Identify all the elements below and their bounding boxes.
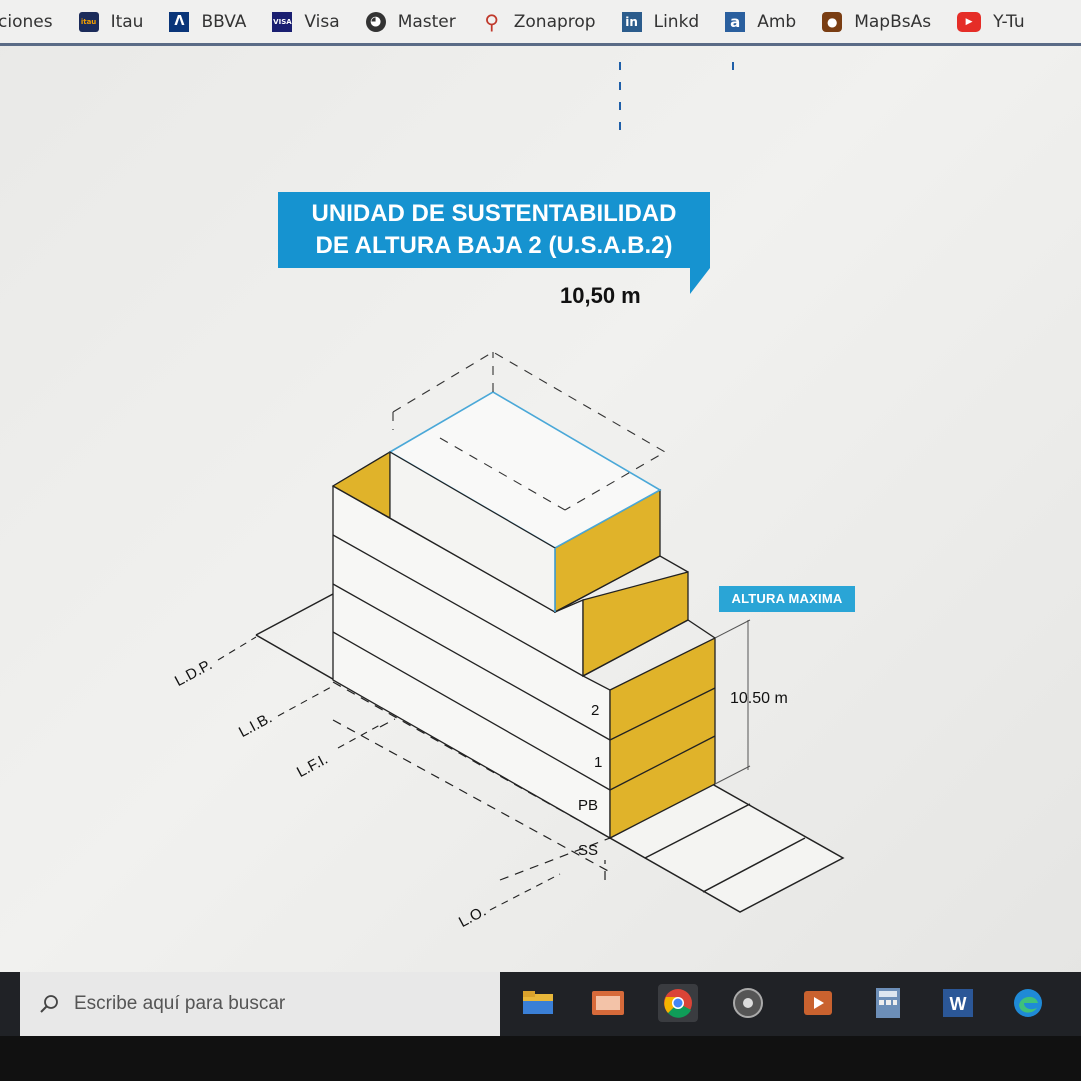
calculator-icon[interactable]	[868, 984, 908, 1022]
bookmark-master[interactable]: ◕ Master	[365, 11, 456, 32]
screen: ciones itau Itau Λ BBVA VISA Visa ◕ Master ⚲…	[0, 0, 1081, 1081]
bookmark-mapbsas[interactable]: ● MapBsAs	[822, 11, 932, 32]
bookmark-label: BBVA	[201, 11, 247, 32]
bookmark-linkd[interactable]: in Linkd	[621, 11, 700, 32]
title-tab	[690, 268, 710, 294]
file-explorer-icon[interactable]	[518, 984, 558, 1022]
word-icon[interactable]: W	[938, 984, 978, 1022]
bookmark-zonaprop[interactable]: ⚲ Zonaprop	[482, 9, 596, 34]
mail-icon[interactable]	[588, 984, 628, 1022]
zone-title: UNIDAD DE SUSTENTABILIDAD DE ALTURA BAJA…	[278, 192, 710, 268]
floor-label-2: 2	[591, 702, 600, 719]
bookmark-label: ciones	[0, 11, 53, 32]
bookmark-visa[interactable]: VISA Visa	[272, 11, 340, 32]
chrome-icon[interactable]	[658, 984, 698, 1022]
key-icon: ⚲	[484, 9, 500, 34]
search-placeholder: Escribe aquí para buscar	[74, 993, 286, 1014]
svg-text:W: W	[950, 994, 967, 1014]
bookmark-label: Itau	[110, 11, 144, 32]
bookmark-amb[interactable]: a Amb	[725, 11, 797, 32]
zone-title-line1: UNIDAD DE SUSTENTABILIDAD	[311, 200, 677, 227]
monitor-bezel	[0, 1036, 1081, 1081]
edge-icon[interactable]	[1008, 984, 1048, 1022]
bookmark-label: Visa	[304, 11, 340, 32]
bookmark-label: Master	[397, 11, 456, 32]
bookmark-label: MapBsAs	[854, 11, 932, 32]
bookmark-apps[interactable]: ciones	[0, 12, 53, 32]
amb-icon: a	[725, 11, 746, 32]
video-editor-icon[interactable]	[798, 984, 838, 1022]
map-pin-icon: ●	[822, 11, 843, 32]
taskbar: Escribe aquí para buscar W	[0, 972, 1081, 1036]
itau-icon: itau	[78, 11, 99, 32]
guide-lines	[619, 62, 734, 140]
bookmark-bbva[interactable]: Λ BBVA	[169, 11, 247, 32]
floor-label-ss: SS	[578, 842, 599, 859]
floor-label-1: 1	[594, 754, 603, 771]
building-drawing	[217, 62, 845, 913]
media-player-icon[interactable]	[728, 984, 768, 1022]
bookmarks-bar: ciones itau Itau Λ BBVA VISA Visa ◕ Master ⚲…	[0, 0, 1081, 46]
bbva-icon: Λ	[169, 11, 190, 32]
linkedin-icon: in	[621, 11, 642, 32]
globe-icon: ◕	[365, 11, 386, 32]
bookmark-label: Y-Tu	[993, 11, 1025, 32]
bookmark-label: Zonaprop	[513, 11, 596, 32]
max-height-badge: ALTURA MAXIMA	[719, 586, 855, 612]
zone-title-line2: DE ALTURA BAJA 2 (U.S.A.B.2)	[315, 232, 673, 259]
zoning-diagram: UNIDAD DE SUSTENTABILIDAD DE ALTURA BAJA…	[0, 49, 1081, 969]
search-icon	[40, 995, 58, 1013]
bookmark-itau[interactable]: itau Itau	[78, 11, 144, 32]
dimension-label: 10.50 m	[730, 690, 788, 707]
height-label: 10,50 m	[560, 283, 641, 308]
visa-icon: VISA	[272, 11, 293, 32]
bookmark-label: Amb	[757, 11, 797, 32]
bookmark-youtube[interactable]: ▶ Y-Tu	[957, 11, 1025, 32]
bookmark-label: Linkd	[653, 11, 700, 32]
taskbar-search[interactable]: Escribe aquí para buscar	[20, 972, 500, 1036]
floor-label-pb: PB	[578, 797, 599, 814]
youtube-icon: ▶	[957, 11, 982, 32]
